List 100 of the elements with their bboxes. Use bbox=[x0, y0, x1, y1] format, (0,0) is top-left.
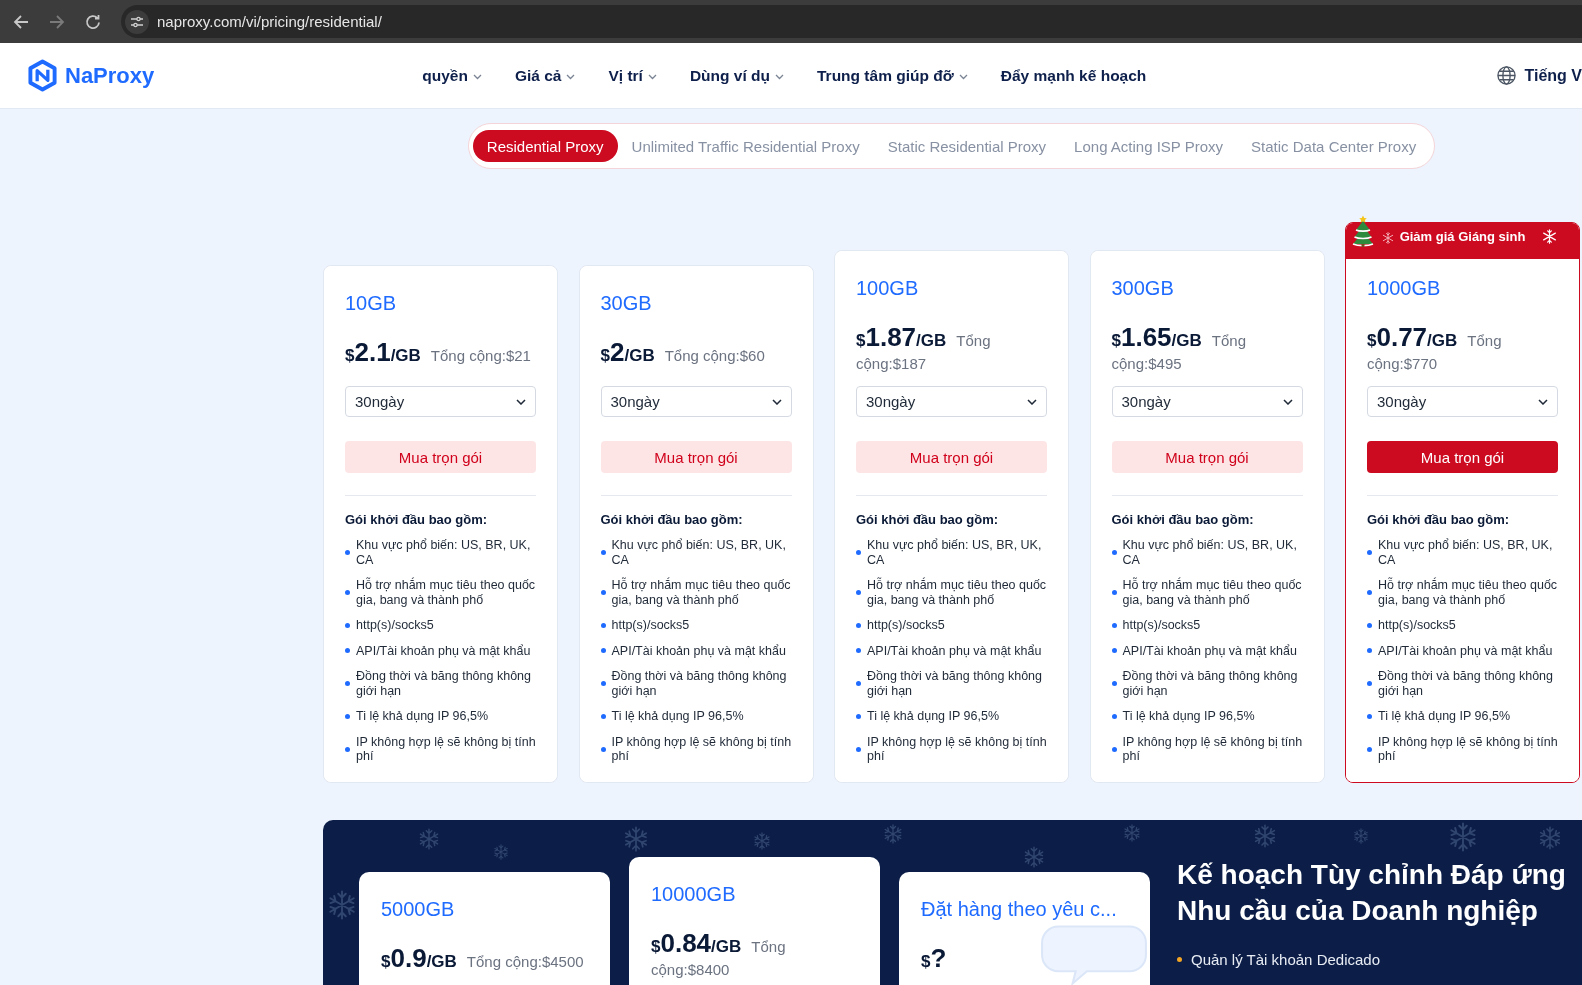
nav-link[interactable]: Đẩy mạnh kế hoạch bbox=[1000, 66, 1147, 85]
snowflake-icon bbox=[753, 831, 771, 850]
bullet-icon bbox=[1367, 590, 1372, 595]
duration-select[interactable]: 30ngày bbox=[345, 386, 536, 417]
feature-text: Hỗ trợ nhắm mục tiêu theo quốc gia, bang và thành phố bbox=[356, 578, 536, 607]
bullet-icon bbox=[345, 648, 350, 654]
feature-text: IP không hợp lệ sẽ không bị tính phí bbox=[1122, 734, 1303, 764]
buy-button[interactable]: Mua trọn gói bbox=[600, 441, 792, 473]
bullet-icon bbox=[345, 713, 350, 719]
plan-size: 30GB bbox=[600, 291, 653, 316]
duration-select[interactable]: 30ngày bbox=[1367, 386, 1558, 417]
language-selector[interactable]: Tiếng V bbox=[1524, 66, 1582, 85]
price-text: $2.1/GB Tổng cộng:$21 bbox=[345, 337, 532, 369]
logo-icon bbox=[27, 59, 58, 92]
buy-button[interactable]: Mua trọn gói bbox=[856, 441, 1047, 473]
price-text: $0.84/GB Tổng cộng:$8400 bbox=[651, 927, 787, 977]
bullet-icon bbox=[1367, 713, 1372, 719]
feature-text: Đồng thời và băng thông không giới hạn bbox=[611, 669, 788, 698]
forward-arrow-icon bbox=[49, 13, 65, 30]
feature-text: Ti lệ khả dụng IP 96,5% bbox=[611, 709, 744, 724]
bullet-icon bbox=[600, 681, 606, 686]
bullet-icon bbox=[1111, 681, 1117, 686]
nav-link[interactable]: Giá cả bbox=[514, 66, 576, 85]
plan-size: 1000GB bbox=[1367, 276, 1442, 301]
bullet-icon bbox=[1111, 746, 1117, 752]
snowflake-icon bbox=[1353, 827, 1369, 844]
back-arrow-icon bbox=[13, 13, 29, 30]
bullet-icon bbox=[600, 550, 606, 555]
feature-text: API/Tài khoản phụ và mật khẩu bbox=[1378, 643, 1553, 658]
chevron-down-icon bbox=[775, 74, 784, 80]
feature-text: Ti lệ khả dụng IP 96,5% bbox=[1378, 709, 1511, 724]
bullet-icon bbox=[1367, 681, 1372, 686]
feature-text: Hỗ trợ nhắm mục tiêu theo quốc gia, bang và thành phố bbox=[1378, 578, 1558, 607]
duration-select[interactable]: 30ngày bbox=[856, 386, 1047, 417]
duration-select[interactable]: 30ngày bbox=[1111, 386, 1303, 417]
snowflake-icon bbox=[418, 827, 440, 850]
chevron-down-icon bbox=[1538, 398, 1548, 405]
plan-size: 10GB bbox=[345, 291, 398, 316]
bullet-icon bbox=[1367, 648, 1372, 654]
features-heading: Gói khởi đầu bao gồm: bbox=[345, 511, 489, 529]
nav-link[interactable]: Vị trí bbox=[608, 66, 657, 85]
bullet-icon bbox=[856, 550, 861, 555]
bullet-icon bbox=[856, 681, 861, 686]
address-bar[interactable]: naproxy.com/vi/pricing/residential/ bbox=[121, 5, 1582, 38]
reload-icon bbox=[85, 13, 101, 30]
feature-text: Khu vực phổ biến: US, BR, UK, CA bbox=[1122, 538, 1298, 567]
feature-text: Hỗ trợ nhắm mục tiêu theo quốc gia, bang và thành phố bbox=[867, 578, 1047, 607]
buy-button[interactable]: Mua trọn gói bbox=[1111, 441, 1303, 473]
feature-text: Đồng thời và băng thông không giới hạn bbox=[1378, 669, 1554, 698]
enterprise-heading: Kế hoạch Tùy chỉnh Đáp ứng Nhu cầu của Doanh nghiệp bbox=[1177, 857, 1567, 928]
feature-text: Đồng thời và băng thông không giới hạn bbox=[1122, 669, 1299, 698]
feature-text: Khu vực phổ biến: US, BR, UK, CA bbox=[611, 538, 787, 567]
bullet-icon bbox=[345, 622, 350, 628]
bullet-icon bbox=[1111, 713, 1117, 719]
bullet-icon bbox=[1111, 648, 1117, 654]
bullet-icon bbox=[345, 590, 350, 595]
bullet-icon bbox=[856, 713, 861, 719]
chevron-down-icon bbox=[771, 398, 782, 405]
feature-text: http(s)/socks5 bbox=[611, 618, 690, 633]
feature-text: http(s)/socks5 bbox=[356, 618, 434, 633]
buy-button[interactable]: Mua trọn gói bbox=[1367, 441, 1558, 473]
nav-link[interactable]: Dùng ví dụ bbox=[689, 66, 784, 85]
price-text: $0.9/GB Tổng cộng:$4500 bbox=[381, 942, 585, 975]
product-tab[interactable]: Residential Proxy bbox=[472, 130, 618, 162]
chat-bubble-icon bbox=[1038, 923, 1150, 985]
bullet-icon bbox=[600, 648, 606, 654]
bullet-icon bbox=[345, 746, 350, 752]
feature-text: Khu vực phổ biến: US, BR, UK, CA bbox=[867, 538, 1043, 567]
benefit-text: Quản lý Tài khoản Dedicado bbox=[1191, 949, 1380, 970]
plan-size: 100GB bbox=[856, 276, 920, 301]
feature-text: API/Tài khoản phụ và mật khẩu bbox=[356, 643, 531, 658]
feature-text: Ti lệ khả dụng IP 96,5% bbox=[867, 709, 1000, 724]
feature-text: http(s)/socks5 bbox=[1122, 618, 1201, 633]
feature-text: Hỗ trợ nhắm mục tiêu theo quốc gia, bang và thành phố bbox=[1122, 578, 1303, 607]
bullet-icon bbox=[1367, 622, 1372, 628]
feature-text: API/Tài khoản phụ và mật khẩu bbox=[867, 643, 1042, 658]
feature-text: Ti lệ khả dụng IP 96,5% bbox=[1122, 709, 1255, 724]
nav-link[interactable]: Trung tâm giúp đỡ bbox=[817, 66, 968, 85]
bullet-icon bbox=[600, 746, 606, 752]
sliders-icon bbox=[125, 9, 149, 34]
duration-select[interactable]: 30ngày bbox=[600, 386, 792, 417]
chevron-down-icon bbox=[647, 74, 657, 80]
feature-text: API/Tài khoản phụ và mật khẩu bbox=[1122, 643, 1297, 658]
bullet-icon bbox=[600, 590, 606, 595]
logo-text[interactable]: NaProxy bbox=[65, 62, 155, 89]
bullet-icon bbox=[856, 648, 861, 654]
snowflake-icon bbox=[1253, 823, 1277, 848]
feature-text: IP không hợp lệ sẽ không bị tính phí bbox=[356, 734, 536, 764]
globe-icon bbox=[1496, 66, 1516, 85]
chevron-down-icon bbox=[472, 74, 482, 80]
snowflake-icon bbox=[1023, 845, 1045, 868]
features-heading: Gói khởi đầu bao gồm: bbox=[1111, 511, 1255, 529]
nav-link[interactable]: quyền bbox=[422, 66, 482, 85]
buy-button[interactable]: Mua trọn gói bbox=[345, 441, 536, 473]
feature-text: IP không hợp lệ sẽ không bị tính phí bbox=[1378, 734, 1558, 764]
chevron-down-icon bbox=[1282, 398, 1293, 405]
features-heading: Gói khởi đầu bao gồm: bbox=[856, 511, 1000, 529]
features-heading: Gói khởi đầu bao gồm: bbox=[600, 511, 744, 529]
feature-text: Đồng thời và băng thông không giới hạn bbox=[356, 669, 532, 698]
feature-text: API/Tài khoản phụ và mật khẩu bbox=[611, 643, 786, 658]
